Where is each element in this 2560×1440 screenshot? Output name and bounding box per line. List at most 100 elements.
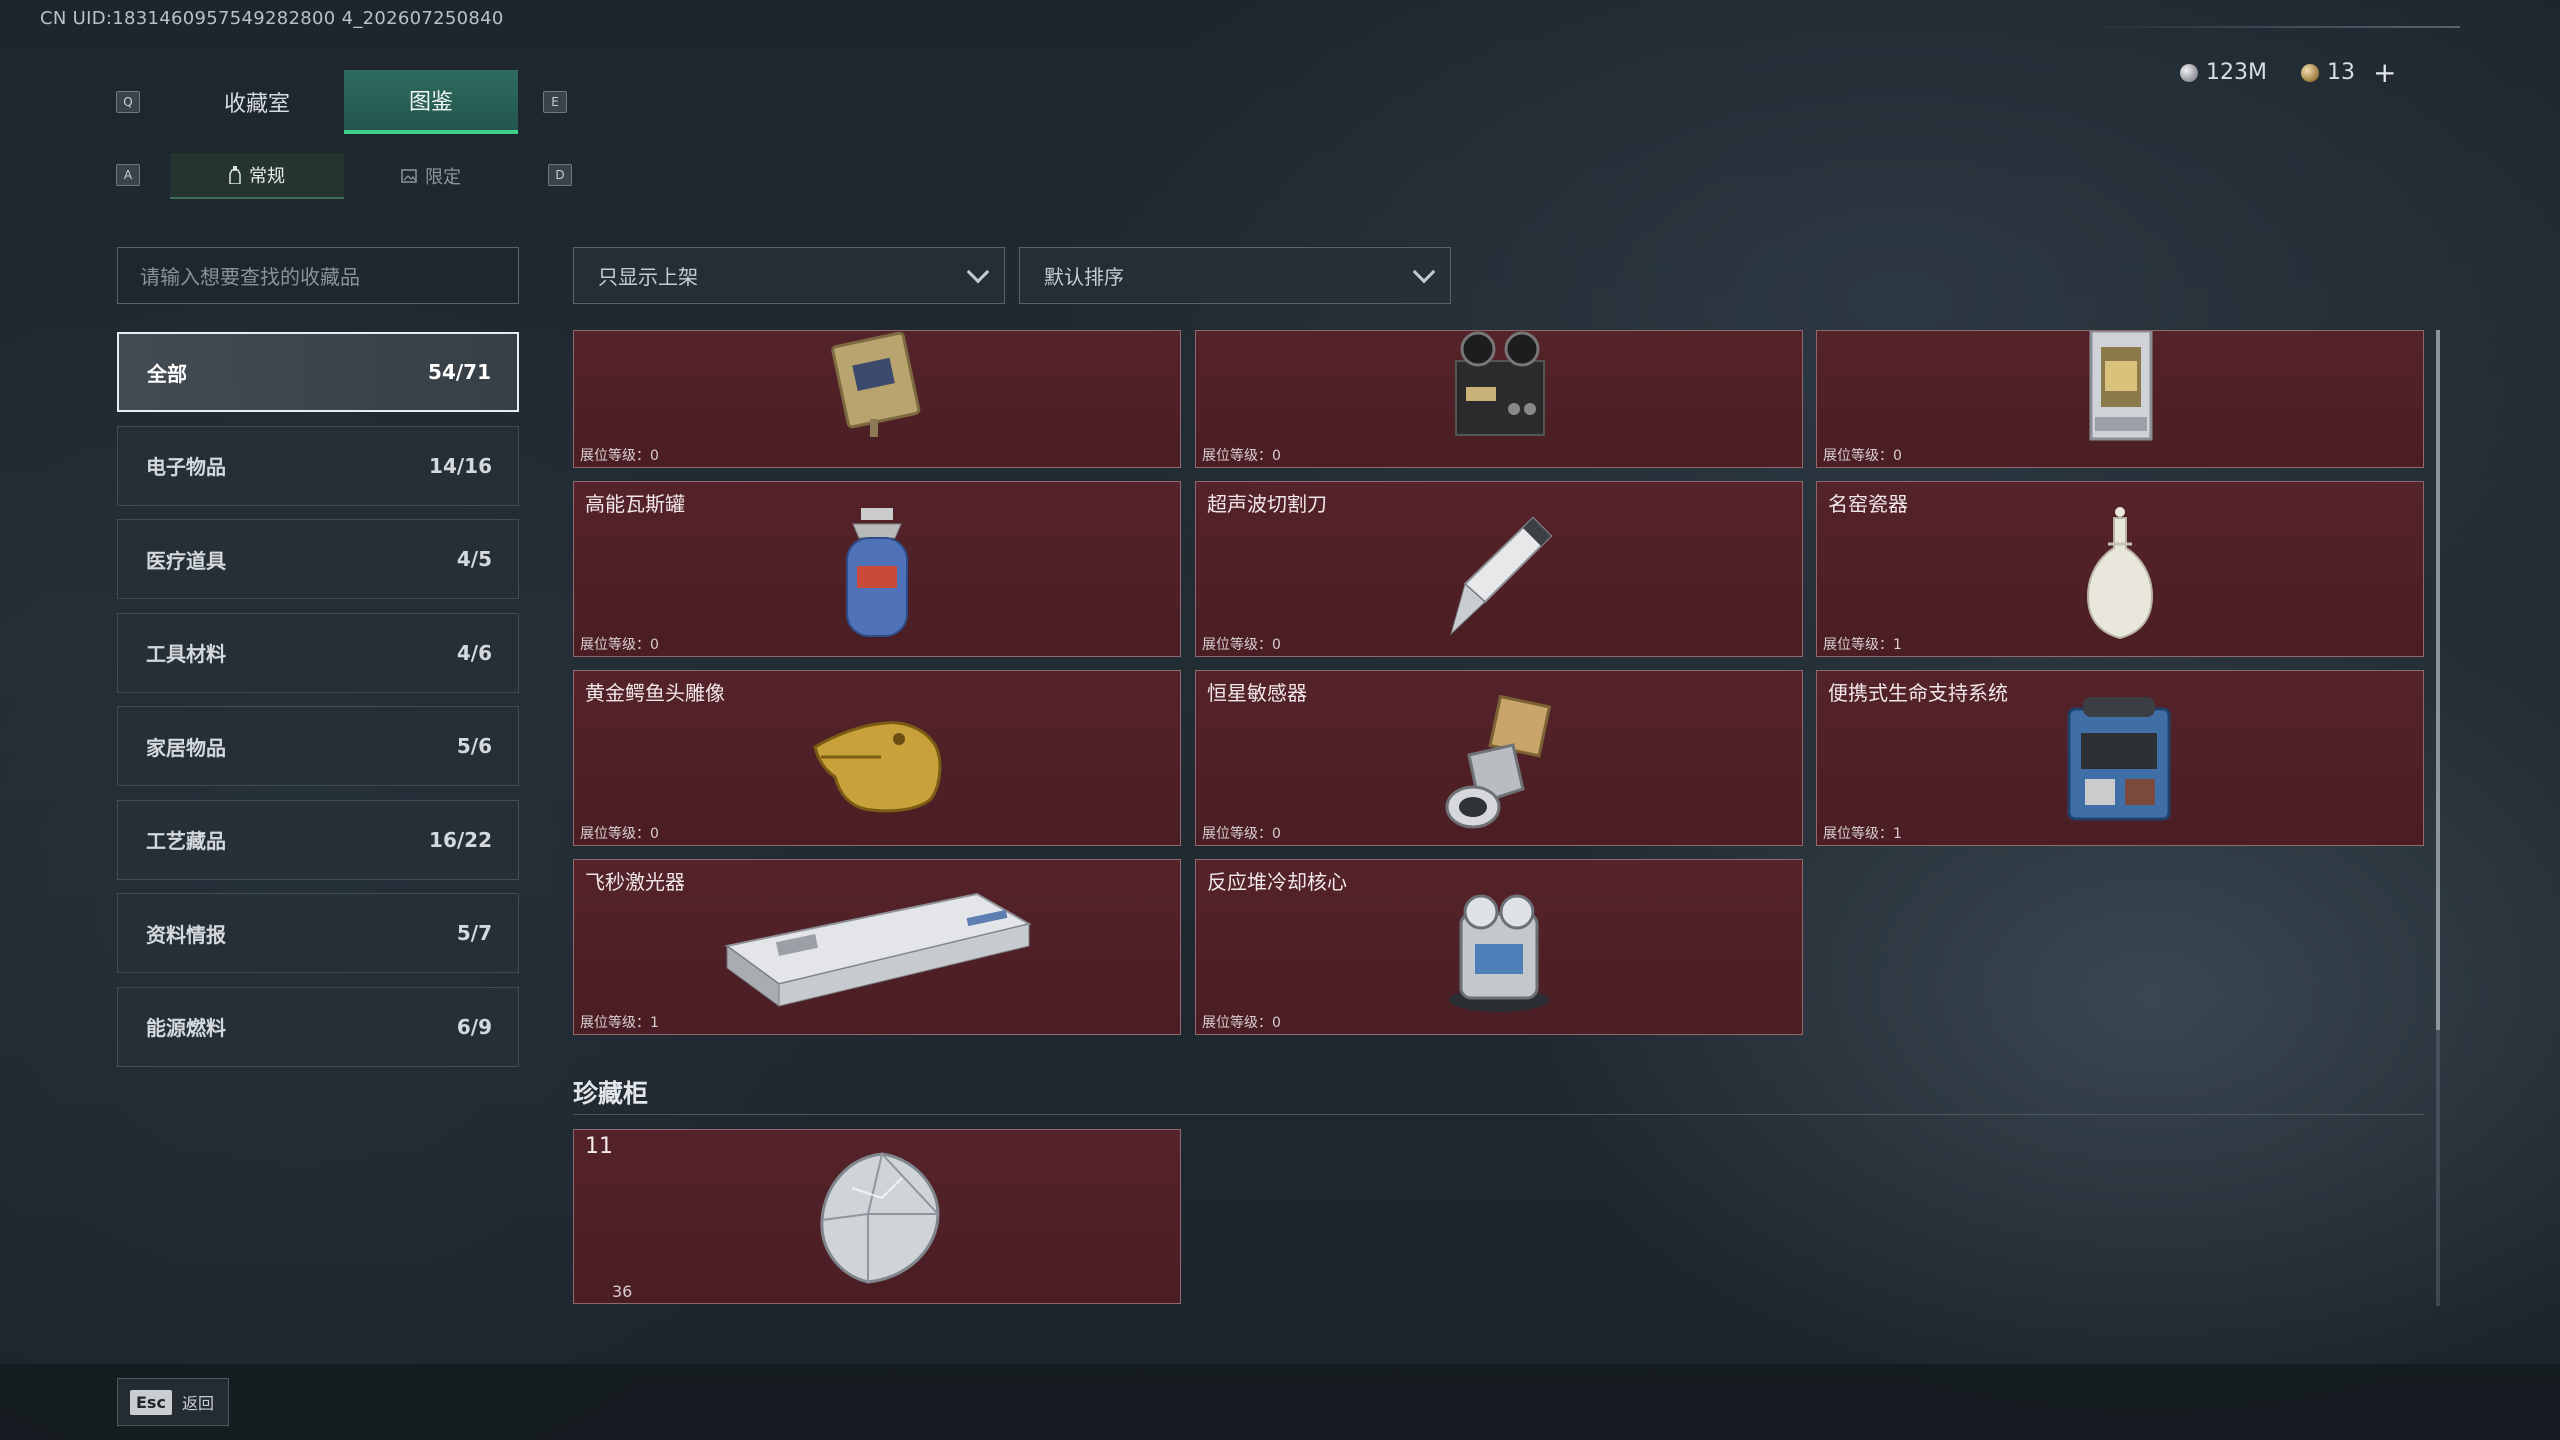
category-household[interactable]: 家居物品 5/6 xyxy=(117,706,519,786)
item-level: 展位等级：0 xyxy=(580,637,659,653)
diamond-icon xyxy=(820,1152,940,1284)
item-card[interactable]: 飞秒激光器 展位等级：1 xyxy=(573,859,1181,1035)
item-level: 展位等级：1 xyxy=(580,1015,659,1031)
gold-crocodile-icon xyxy=(813,721,942,813)
item-card[interactable]: 黄金鳄鱼头雕像 展位等级：0 xyxy=(573,670,1181,846)
item-card[interactable]: 高能瓦斯罐 展位等级：0 xyxy=(573,481,1181,657)
item-name: 便携式生命支持系统 xyxy=(1828,681,2008,705)
tab-catalog[interactable]: 图鉴 xyxy=(344,70,518,134)
item-name: 黄金鳄鱼头雕像 xyxy=(585,681,725,705)
uid-label: CN UID:1831460957549282800 4_20260725084… xyxy=(40,8,504,29)
item-card[interactable]: 名窑瓷器 展位等级：1 xyxy=(1816,481,2424,657)
back-button[interactable]: Esc 返回 xyxy=(117,1378,229,1426)
star-sensor-icon xyxy=(1445,695,1552,829)
category-count: 6/9 xyxy=(456,1014,492,1039)
image-frame-icon xyxy=(401,169,417,183)
item-level: 展位等级：0 xyxy=(1202,826,1281,842)
category-count: 14/16 xyxy=(429,453,492,478)
gold-coin-icon xyxy=(2300,63,2319,82)
tab-collection-room[interactable]: 收藏室 xyxy=(170,70,344,134)
shelf-filter-value: 只显示上架 xyxy=(598,265,698,289)
item-name: 超声波切割刀 xyxy=(1207,492,1327,516)
category-count: 16/22 xyxy=(429,827,492,852)
item-level: 展位等级：1 xyxy=(1823,637,1902,653)
treasure-sub-value: 36 xyxy=(612,1282,633,1301)
treasure-card[interactable]: 11 36 xyxy=(573,1129,1181,1304)
item-name: 恒星敏感器 xyxy=(1207,681,1307,705)
silver-coin-icon xyxy=(2180,63,2198,82)
category-medical[interactable]: 医疗道具 4/5 xyxy=(117,519,519,599)
reactor-core-icon xyxy=(1449,894,1549,1012)
category-count: 5/7 xyxy=(456,921,492,945)
treasure-number: 11 xyxy=(585,1134,613,1159)
esc-key-hint: Esc xyxy=(130,1389,172,1415)
category-label: 工具材料 xyxy=(146,642,226,666)
chevron-down-icon xyxy=(1412,260,1436,283)
item-card[interactable]: 反应堆冷却核心 展位等级：0 xyxy=(1195,859,1803,1035)
item-level: 展位等级：0 xyxy=(1202,448,1281,464)
section-title: 珍藏柜 xyxy=(573,1079,649,1108)
key-hint-a: A xyxy=(116,164,140,186)
femto-laser-icon xyxy=(724,892,1032,1007)
category-label: 工艺藏品 xyxy=(146,829,226,853)
gas-canister-icon xyxy=(846,508,908,637)
subtab-limited-label: 限定 xyxy=(425,167,461,188)
item-card[interactable]: 超声波切割刀 展位等级：0 xyxy=(1195,481,1803,657)
grid-scrollbar[interactable] xyxy=(2436,330,2440,1306)
currency-bar: 123M 13 + xyxy=(2180,56,2396,89)
category-count: 4/6 xyxy=(456,640,492,665)
bottle-icon xyxy=(229,166,241,184)
main-tabs: 收藏室 图鉴 xyxy=(170,70,518,134)
section-divider xyxy=(573,1114,2425,1115)
reel-recorder-icon xyxy=(1455,331,1545,436)
category-electronics[interactable]: 电子物品 14/16 xyxy=(117,425,519,506)
item-name: 反应堆冷却核心 xyxy=(1207,870,1347,894)
lantern-device-icon xyxy=(2089,331,2153,441)
category-label: 能源燃料 xyxy=(146,1016,226,1040)
silver-currency: 123M xyxy=(2180,60,2267,85)
sort-dropdown[interactable]: 默认排序 xyxy=(1019,247,1451,304)
sub-tabs: 常规 限定 xyxy=(170,153,518,199)
category-count: 5/6 xyxy=(456,734,492,758)
item-card[interactable]: 展位等级：0 xyxy=(573,330,1181,468)
item-card[interactable]: 展位等级：0 xyxy=(1195,330,1803,468)
subtab-limited[interactable]: 限定 xyxy=(344,153,518,199)
category-crafts[interactable]: 工艺藏品 16/22 xyxy=(117,799,519,880)
item-card[interactable]: 便携式生命支持系统 展位等级：1 xyxy=(1816,670,2424,846)
category-fuel[interactable]: 能源燃料 6/9 xyxy=(117,986,519,1067)
subtab-regular[interactable]: 常规 xyxy=(170,153,344,199)
footer-bar xyxy=(0,1364,2560,1440)
silver-amount: 123M xyxy=(2206,60,2267,85)
key-hint-e: E xyxy=(543,91,567,113)
category-count: 4/5 xyxy=(456,547,492,571)
item-name: 飞秒激光器 xyxy=(585,870,685,894)
porcelain-vase-icon xyxy=(2086,507,2154,640)
add-currency-button[interactable]: + xyxy=(2373,56,2396,89)
category-tools[interactable]: 工具材料 4/6 xyxy=(117,612,519,693)
signal-device-icon xyxy=(831,331,921,437)
life-support-icon xyxy=(2067,697,2171,821)
category-all[interactable]: 全部 54/71 xyxy=(117,332,519,412)
category-label: 资料情报 xyxy=(146,922,226,947)
subtab-regular-label: 常规 xyxy=(249,166,285,187)
item-name: 名窑瓷器 xyxy=(1828,492,1908,516)
gold-currency: 13 + xyxy=(2300,56,2396,89)
back-label: 返回 xyxy=(181,1394,214,1413)
item-level: 展位等级：0 xyxy=(580,826,659,842)
gold-amount: 13 xyxy=(2326,60,2355,85)
shelf-filter-dropdown[interactable]: 只显示上架 xyxy=(573,247,1005,304)
top-deco-line xyxy=(2080,26,2460,28)
category-intel[interactable]: 资料情报 5/7 xyxy=(117,893,519,973)
ultrasonic-cutter-icon xyxy=(1450,516,1553,636)
sort-value: 默认排序 xyxy=(1044,265,1124,289)
item-card[interactable]: 恒星敏感器 展位等级：0 xyxy=(1195,670,1803,846)
item-level: 展位等级：1 xyxy=(1823,826,1902,842)
category-label: 电子物品 xyxy=(146,455,226,479)
search-input[interactable]: 请输入想要查找的收藏品 xyxy=(117,247,519,304)
item-card[interactable]: 展位等级：0 xyxy=(1816,330,2424,468)
scrollbar-thumb[interactable] xyxy=(2436,330,2440,1030)
item-level: 展位等级：0 xyxy=(1202,1015,1281,1031)
category-label: 家居物品 xyxy=(146,735,226,760)
category-label: 医疗道具 xyxy=(146,548,226,573)
key-hint-q: Q xyxy=(116,91,140,113)
